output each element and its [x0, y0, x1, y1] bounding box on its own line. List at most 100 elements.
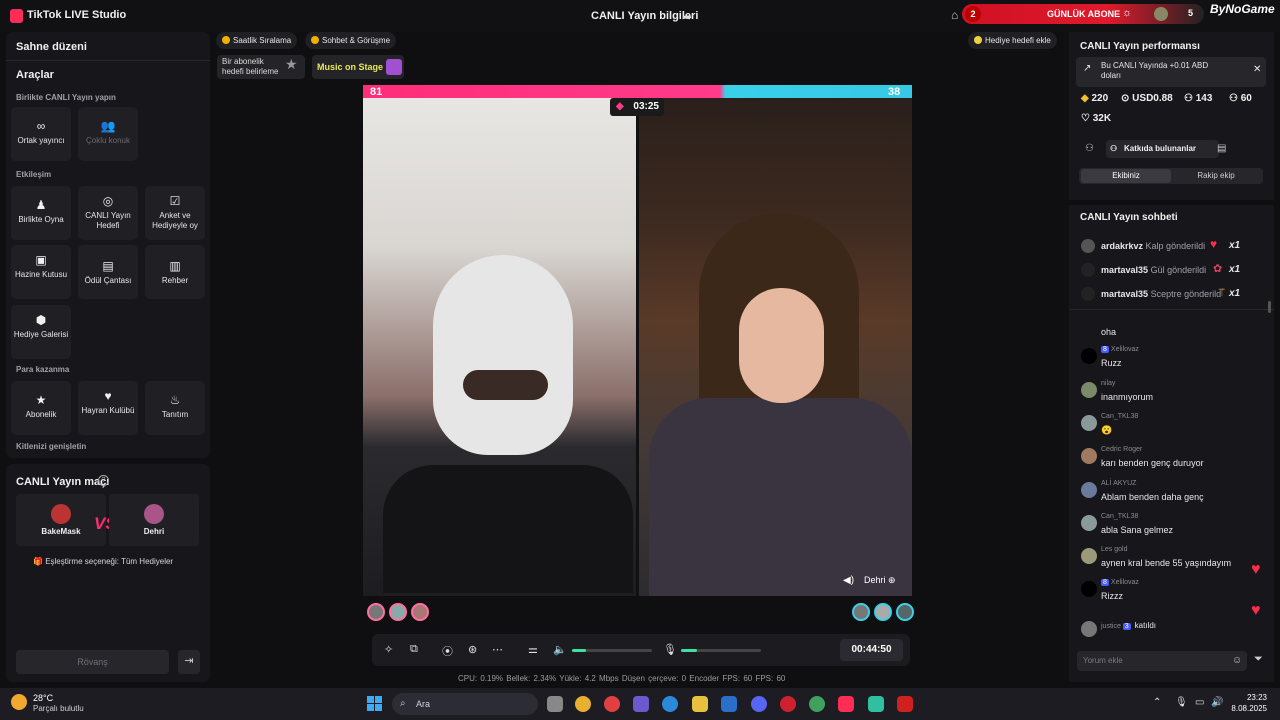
subscription-button[interactable]: ★ Abonelik — [11, 381, 71, 435]
music-on-stage-widget[interactable]: Music on Stage — [312, 55, 404, 79]
contributors-button[interactable]: ⚇ Katkıda bulunanlar — [1106, 140, 1219, 158]
gift-gallery-button[interactable]: ⬢ Hediye Galerisi — [11, 305, 71, 359]
layout-icon[interactable]: ⧉ — [410, 643, 418, 656]
stage-layout-title[interactable]: Sahne düzeni — [16, 41, 87, 53]
search-icon: ⌕ — [400, 698, 406, 709]
multi-guest-button[interactable]: 👥 Çoklu konuk — [78, 107, 138, 161]
speaker-icon[interactable]: 🔈 — [553, 643, 567, 656]
avatar — [1081, 287, 1095, 301]
tab-our-team[interactable]: Ekibiniz — [1081, 169, 1171, 183]
close-icon[interactable]: ✕ — [1253, 65, 1261, 75]
perf-title: CANLI Yayın performansı — [1080, 41, 1200, 52]
daily-subscriber-banner[interactable]: 2 GÜNLÜK ABONE ☼ 5 — [962, 4, 1204, 24]
reward-bag-button[interactable]: ▤ Ödül Çantası — [78, 245, 138, 299]
avatar — [1081, 448, 1097, 464]
share-icon[interactable]: ➦ — [682, 10, 692, 24]
record-icon[interactable]: ⦿ — [442, 643, 453, 659]
chrome-icon[interactable] — [575, 696, 591, 712]
sub-goal-widget[interactable]: Bir abonelik hedefi belirleme ★ — [217, 55, 305, 79]
brand-logo: ByNoGame — [1210, 2, 1275, 16]
tab-rival-team[interactable]: Rakip ekip — [1171, 169, 1261, 183]
taskbar-search[interactable]: ⌕ Ara — [392, 693, 538, 715]
chat-title: CANLI Yayın sohbeti — [1080, 212, 1178, 223]
equalizer-icon[interactable]: ⚌ — [528, 643, 538, 656]
supporter-avatar[interactable] — [852, 603, 870, 621]
avatar — [1081, 482, 1097, 498]
chat-message: 8 Xelilovaz Rizzz — [1077, 579, 1265, 607]
hourly-ranking-chip[interactable]: Saatlik Sıralama — [216, 32, 298, 49]
camera-settings-icon[interactable]: ⊛ — [468, 643, 477, 656]
home-icon[interactable]: ⌂ — [951, 8, 958, 22]
supporter-avatar[interactable] — [389, 603, 407, 621]
gift-icon: 🎁 — [33, 557, 46, 566]
help-icon[interactable]: ? — [98, 475, 109, 486]
people-icon: ⚇ — [1229, 93, 1241, 104]
supporter-avatar[interactable] — [874, 603, 892, 621]
outlook-icon[interactable] — [721, 696, 737, 712]
chat-panel: CANLI Yayın sohbeti ardakrkvz Kalp gönde… — [1069, 205, 1274, 682]
filter-icon[interactable]: ⏷ — [1254, 653, 1263, 666]
supporter-avatar[interactable] — [411, 603, 429, 621]
player-right[interactable]: Dehri — [109, 494, 199, 546]
guide-button[interactable]: ▥ Rehber — [145, 245, 205, 299]
trend-icon: ↗ — [1083, 63, 1092, 74]
fan-club-button[interactable]: ♥ Hayran Kulübü — [78, 381, 138, 435]
speaker-icon[interactable]: 🔊 — [1211, 697, 1223, 708]
task-view-icon[interactable] — [547, 696, 563, 712]
file-explorer-icon[interactable] — [692, 696, 708, 712]
teams-icon[interactable] — [633, 696, 649, 712]
avatar — [1081, 581, 1097, 597]
mic-slider[interactable] — [681, 649, 761, 652]
chat-message: nilay inanmıyorum — [1077, 380, 1265, 408]
chrome-icon[interactable] — [809, 696, 825, 712]
tools-panel: Sahne düzeni Araçlar Birlikte CANLI Yayı… — [6, 32, 210, 458]
treasure-box-button[interactable]: ▣ Hazine Kutusu — [11, 245, 71, 299]
player-left[interactable]: BakeMask — [16, 494, 106, 546]
more-icon[interactable]: ⋯ — [492, 643, 503, 656]
gift-goal-chip[interactable]: Hediye hedefi ekle — [968, 32, 1057, 49]
chat-scrollbar[interactable] — [1268, 301, 1271, 313]
youtube-icon[interactable] — [897, 696, 913, 712]
monitor-icon[interactable]: ▭ — [1195, 697, 1204, 708]
weather-icon[interactable] — [11, 694, 27, 710]
supporter-avatar[interactable] — [896, 603, 914, 621]
discord-icon[interactable] — [751, 696, 767, 712]
opponent-name-tag[interactable]: Dehri ⊕ — [864, 575, 896, 586]
volume-slider[interactable] — [572, 649, 652, 652]
app-icon[interactable] — [868, 696, 884, 712]
exit-match-button[interactable]: ⇥ — [178, 650, 200, 674]
emoji-icon[interactable]: ☺ — [1232, 655, 1242, 666]
chevron-up-icon[interactable]: ⌃ — [1153, 697, 1161, 708]
stream-preview[interactable]: 81 38 ◆ 03:25 Dehri ⊕ ◀) — [363, 85, 912, 596]
weather-desc[interactable]: Parçalı bulutlu — [33, 704, 84, 713]
bulb-icon — [974, 36, 982, 44]
supporter-avatar[interactable] — [367, 603, 385, 621]
people-icon: ⚇ — [1184, 93, 1196, 104]
clock-date[interactable]: 8.08.2025 — [1227, 704, 1267, 713]
add-user-icon[interactable]: ⚇ — [1085, 143, 1094, 154]
windows-start-icon[interactable] — [367, 696, 383, 712]
chrome-icon[interactable] — [604, 696, 620, 712]
chat-meet-chip[interactable]: Sohbet & Görüşme — [305, 32, 397, 49]
pairing-option[interactable]: 🎁 Eşleştirme seçeneği: Tüm Hediyeler — [33, 557, 173, 566]
promote-button[interactable]: ♨ Tanıtım — [145, 381, 205, 435]
battle-score-bar: 81 38 — [363, 85, 912, 98]
edge-icon[interactable] — [662, 696, 678, 712]
opera-icon[interactable] — [780, 696, 796, 712]
play-together-button[interactable]: ♟ Birlikte Oyna — [11, 186, 71, 240]
comment-input[interactable]: Yorum ekle — [1077, 651, 1247, 671]
microphone-icon[interactable]: 🎙 — [663, 643, 677, 656]
poll-button[interactable]: ☑ Anket ve Hediyeyle oy — [145, 186, 205, 240]
list-icon[interactable]: ▤ — [1217, 143, 1226, 154]
live-goal-button[interactable]: ◎ CANLI Yayın Hedefi — [78, 186, 138, 240]
microphone-icon[interactable]: 🎙 — [1175, 697, 1188, 708]
cohost-button[interactable]: ∞ Ortak yayıncı — [11, 107, 71, 161]
magic-wand-icon[interactable]: ✧ — [384, 643, 393, 656]
mic-slider-fill — [681, 649, 697, 652]
weather-temp[interactable]: 28°C — [33, 693, 53, 703]
clock-time[interactable]: 23:23 — [1233, 693, 1267, 702]
speaker-icon[interactable]: ◀) — [843, 575, 854, 586]
rematch-button[interactable]: Rövanş — [16, 650, 169, 674]
tiktok-icon[interactable] — [838, 696, 854, 712]
floating-heart-icon: ♥ — [1251, 602, 1261, 619]
